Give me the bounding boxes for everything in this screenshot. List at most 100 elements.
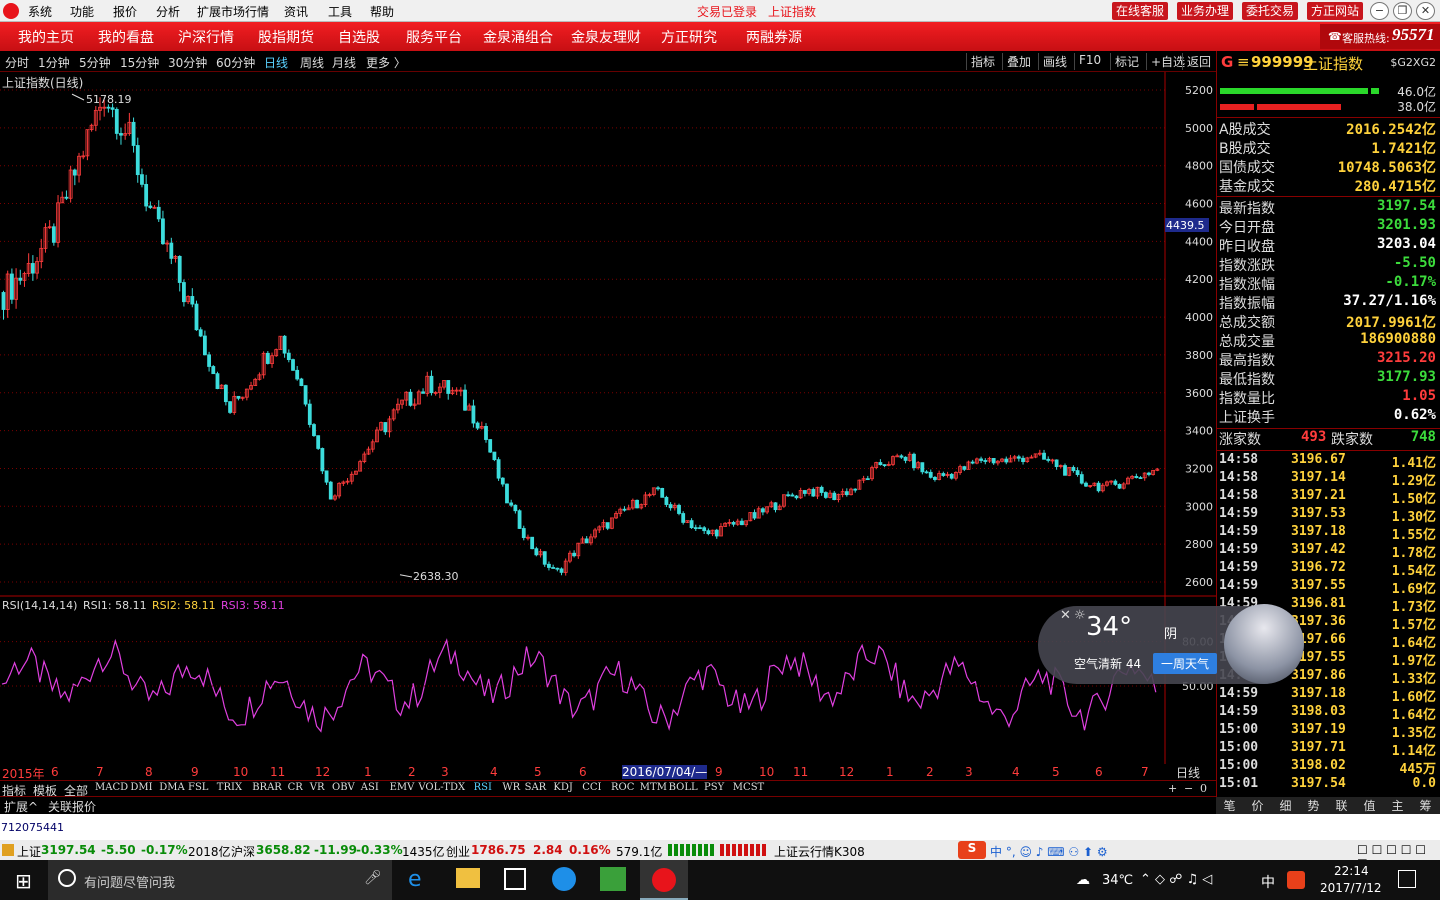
quote-tab[interactable]: 细 [1272,797,1299,814]
cloud-quote[interactable]: 上证云行情K308 [774,843,865,860]
period-30min[interactable]: 30分钟 [168,54,207,71]
menu-system[interactable]: 系统 [28,3,52,20]
indicator-tab[interactable]: FSL [188,782,208,793]
indicator-tab[interactable]: MACD [95,782,128,793]
nav-research[interactable]: 方正研究 [661,27,717,47]
quote-tab[interactable]: 笔 [1216,797,1243,814]
indicator-tab[interactable]: VR [310,782,325,793]
tool-mark[interactable]: 标记 [1110,53,1143,70]
weather-close-icon[interactable]: ✕ [1060,608,1071,623]
indicator-tab[interactable]: MCST [733,782,764,793]
indicator-tab[interactable]: ROC [611,782,634,793]
week-weather-button[interactable]: 一周天气 [1153,653,1218,674]
menu-quote[interactable]: 报价 [113,3,137,20]
indicator-control[interactable]: + [1168,782,1177,795]
nav-finance[interactable]: 金泉友理财 [571,27,641,47]
indicator-tab[interactable]: CCI [582,782,601,793]
nav-services[interactable]: 服务平台 [406,27,462,47]
menu-analysis[interactable]: 分析 [156,3,180,20]
period-1min[interactable]: 1分钟 [38,54,70,71]
menu-help[interactable]: 帮助 [370,3,394,20]
windows-start-icon[interactable]: ⊞ [15,869,32,893]
nav-margin[interactable]: 两融券源 [746,27,802,47]
notification-icon[interactable] [1398,870,1416,888]
indicator-tab[interactable]: OBV [332,782,355,793]
menu-tools[interactable]: 工具 [328,3,352,20]
taskbar-search[interactable]: 有问题尽管问我 🎤︎ [48,860,392,900]
period-60min[interactable]: 60分钟 [216,54,255,71]
indicator-tab[interactable]: RSI [474,782,492,793]
founder-app-task[interactable] [640,860,688,900]
online-service-button[interactable]: 在线客服 [1112,2,1169,20]
nav-my-board[interactable]: 我的看盘 [98,27,154,47]
tool-overlay[interactable]: 叠加 [1002,53,1035,70]
tool-back[interactable]: 返回 [1182,53,1215,70]
quote-tab[interactable]: 势 [1300,797,1327,814]
indicator-tab[interactable]: BRAR [252,782,282,793]
weather-widget[interactable]: ✕ ☼ 34° 阴 空气清新 44 一周天气 [1038,604,1304,684]
nav-market[interactable]: 沪深行情 [178,27,234,47]
menu-news[interactable]: 资讯 [284,3,308,20]
weather-settings-icon[interactable]: ☼ [1074,608,1086,623]
nav-futures[interactable]: 股指期货 [258,27,314,47]
nav-home[interactable]: 我的主页 [18,27,74,47]
quote-tab[interactable]: 主 [1384,797,1411,814]
menu-function[interactable]: 功能 [70,3,94,20]
tray-tray-icons[interactable]: ⌃ ◇ ☍ ♫ ◁ [1140,872,1212,887]
sh-label[interactable]: 上证 [17,843,41,860]
list-icon[interactable]: ≡ [1237,53,1250,71]
trading-app-icon[interactable] [600,867,626,891]
cy-label[interactable]: 创业 [446,843,470,860]
kline-chart[interactable]: 5200 5000 4800 4600 4400 4200 4000 3800 3600 3400… [0,72,1216,764]
restore-icon[interactable]: ❐ [1393,2,1412,20]
extension-toggle[interactable]: 扩展^ [4,798,38,815]
indicator-tab[interactable]: CR [288,782,303,793]
quote-tab[interactable]: 筹 [1412,797,1439,814]
tool-f10[interactable]: F10 [1074,53,1105,70]
trade-button[interactable]: 委托交易 [1242,2,1299,20]
related-quote[interactable]: 关联报价 [48,798,96,815]
menu-ext-market[interactable]: 扩展市场行情 [197,3,269,20]
edge-icon[interactable]: e [408,867,422,892]
store-icon[interactable] [504,868,526,890]
indicator-tab[interactable]: WR [502,782,520,793]
business-button[interactable]: 业务办理 [1177,2,1234,20]
indicator-tab[interactable]: DMA [159,782,184,793]
file-explorer-icon[interactable] [456,868,480,888]
indicator-tab[interactable]: KDJ [553,782,573,793]
sogou-ime-icon[interactable]: S [958,841,986,859]
indicator-control[interactable]: 0 [1200,782,1207,795]
indicator-tab[interactable]: TRIX [217,782,242,793]
indicator-tab[interactable]: EMV [390,782,415,793]
quote-tab[interactable]: 值 [1356,797,1383,814]
sogou-tray-icon[interactable] [1287,871,1305,889]
website-button[interactable]: 方正网站 [1307,2,1364,20]
nav-portfolio[interactable]: 金泉涌组合 [483,27,553,47]
tool-draw[interactable]: 画线 [1038,53,1071,70]
indicator-tab[interactable]: PSY [704,782,724,793]
indicator-tab[interactable]: DMI [130,782,152,793]
close-icon[interactable]: ✕ [1416,2,1435,20]
hs-label[interactable]: 沪深 [231,843,255,860]
indicator-tab[interactable]: BOLL [669,782,698,793]
indicator-tab[interactable]: SAR [525,782,547,793]
period-daily[interactable]: 日线 [264,54,288,71]
period-weekly[interactable]: 周线 [300,54,324,71]
mic-icon[interactable]: 🎤︎ [364,870,382,886]
quote-tab[interactable]: 联 [1328,797,1355,814]
ime-toolbar[interactable]: 中 °, ☺ ♪ ⌨ ⚇ ⬆ ⚙ [990,843,1108,860]
indicator-tab[interactable]: VOL-TDX [418,782,465,793]
indicator-tab[interactable]: ASI [361,782,379,793]
ie-icon[interactable] [552,867,576,891]
tool-indicator[interactable]: 指标 [966,53,999,70]
indicator-control[interactable]: − [1184,782,1193,795]
minimize-icon[interactable]: − [1370,2,1389,20]
period-more[interactable]: 更多 〉 [366,54,406,71]
period-monthly[interactable]: 月线 [332,54,356,71]
quote-tab[interactable]: 价 [1244,797,1271,814]
taskbar-ime[interactable]: 中 [1261,872,1275,892]
period-15min[interactable]: 15分钟 [120,54,159,71]
nav-watchlist[interactable]: 自选股 [338,27,380,47]
indicator-tab[interactable]: MTM [640,782,667,793]
period-intraday[interactable]: 分时 [5,54,29,71]
